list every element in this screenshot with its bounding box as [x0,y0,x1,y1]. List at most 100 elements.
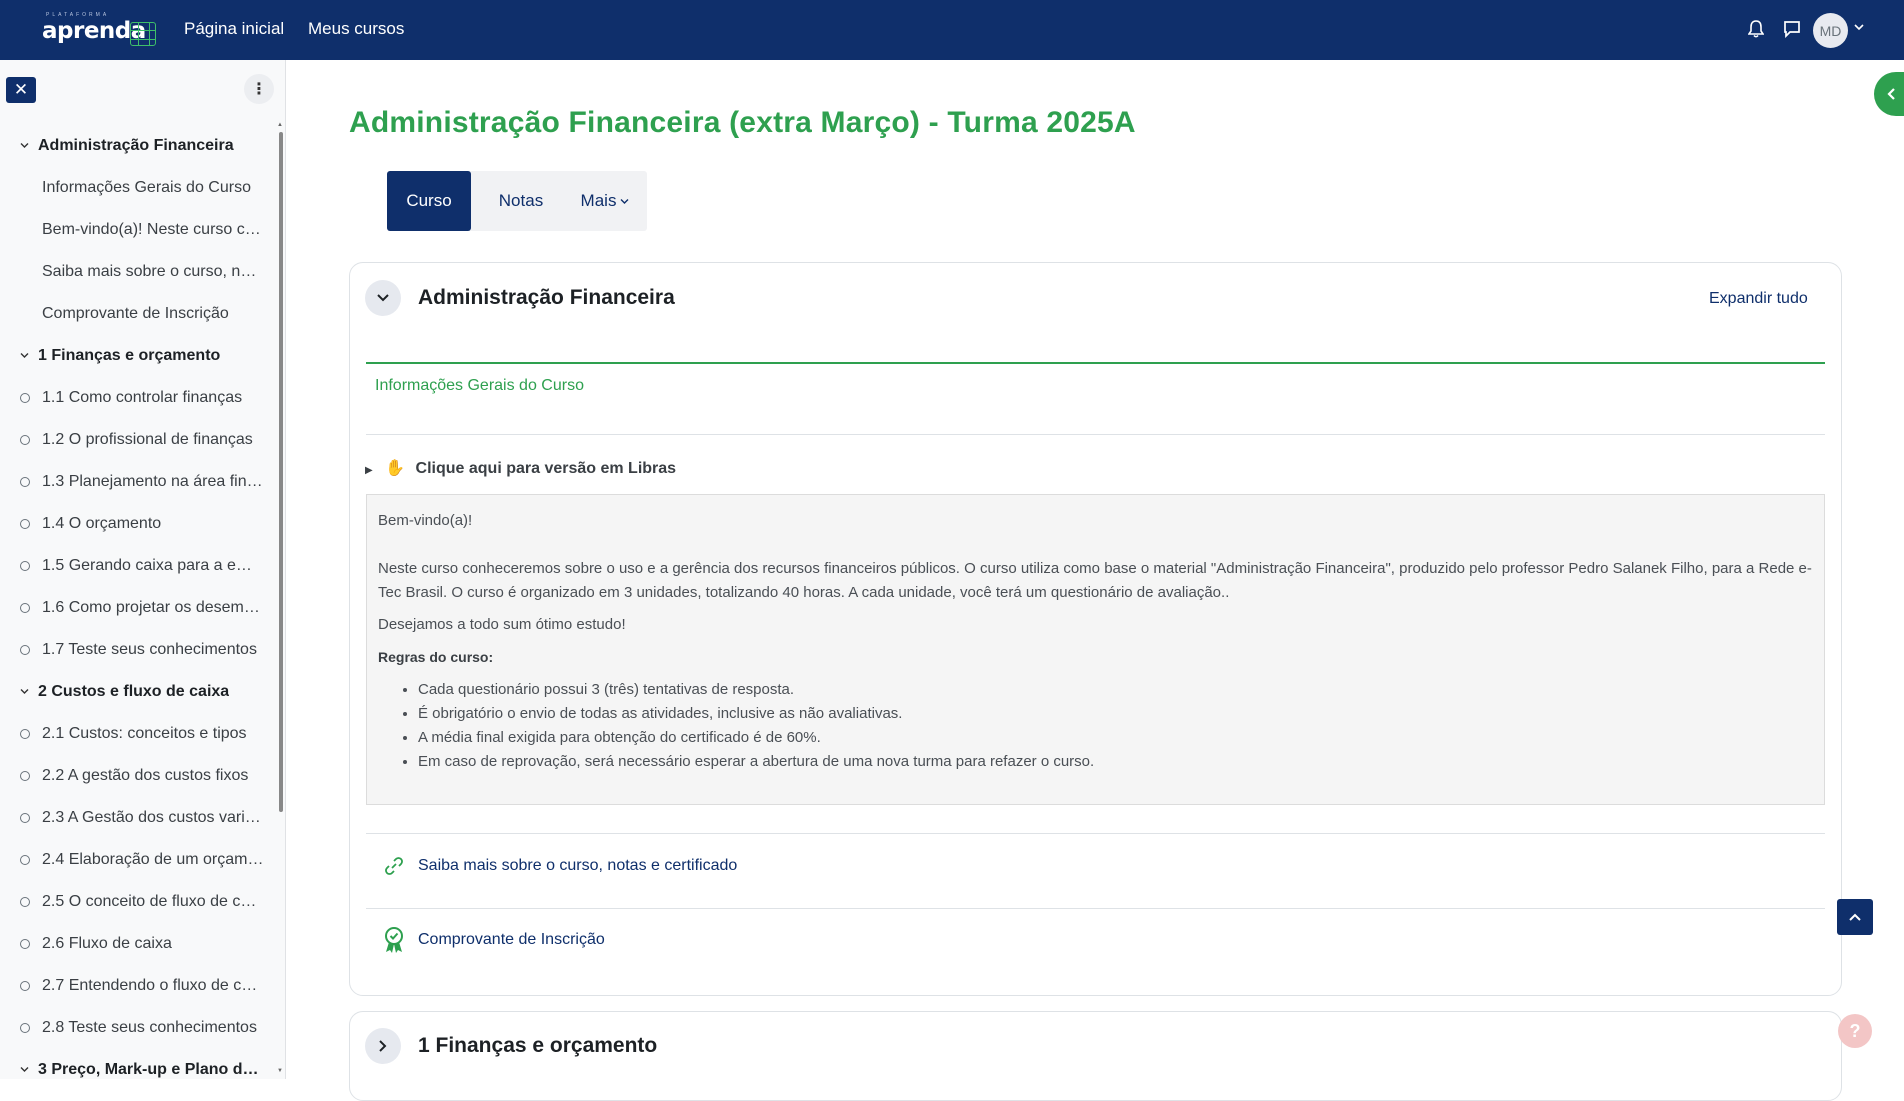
bell-icon[interactable] [1747,20,1765,43]
drawer-section-item[interactable]: Administração Financeira [0,125,275,167]
drawer-item-label: 1 Finanças e orçamento [38,347,221,364]
completion-circle-icon [20,435,30,445]
libras-label: Clique aqui para versão em Libras [415,460,677,477]
drawer-activity-item[interactable]: 2.7 Entendendo o fluxo de caixa [0,965,275,1007]
open-right-drawer-button[interactable] [1874,72,1904,116]
back-to-top-button[interactable] [1837,899,1873,935]
tab-mais-label: Mais [580,191,617,210]
drawer-activity-item[interactable]: Bem-vindo(a)! Neste curso conheceremos [0,209,275,251]
drawer-activity-item[interactable]: 1.3 Planejamento na área financeira [0,461,275,503]
drawer-item-label: 1.1 Como controlar finanças [42,389,243,406]
nav-home-link[interactable]: Página inicial [184,19,284,39]
drawer-activity-item[interactable]: 2.1 Custos: conceitos e tipos [0,713,275,755]
tab-notas[interactable]: Notas [479,171,563,231]
chat-icon[interactable] [1783,20,1801,43]
drawer-item-label: 1.4 O orçamento [42,515,162,532]
drawer-item-label: 3 Preço, Mark-up e Plano de Negócios [38,1061,260,1078]
drawer-scrollbar[interactable] [279,132,283,812]
completion-circle-icon [20,477,30,487]
activity-label[interactable]: Saiba mais sobre o curso, notas e certif… [418,857,737,875]
completion-circle-icon [20,519,30,529]
drawer-activity-item[interactable]: 2.5 O conceito de fluxo de caixa [0,881,275,923]
drawer-item-label: 2.5 O conceito de fluxo de caixa [42,893,264,910]
top-navbar: PLATAFORMA aprenda Página inicial Meus c… [0,0,1904,60]
chevron-down-icon[interactable] [1854,22,1864,34]
drawer-item-label: 1.7 Teste seus conhecimentos [42,641,257,658]
expand-all-link[interactable]: Expandir tudo [1709,290,1808,308]
drawer-activity-item[interactable]: 1.5 Gerando caixa para a empresa [0,545,275,587]
drawer-section-item[interactable]: 2 Custos e fluxo de caixa [0,671,275,713]
drawer-item-label: 2.6 Fluxo de caixa [42,935,172,952]
expand-section-icon[interactable] [365,1028,401,1064]
tab-mais[interactable]: Mais [567,171,643,231]
chevron-down-icon[interactable] [20,686,38,698]
course-index-drawer: ✕ ⋮ ▲ ▼ Administração Financeira Informaç… [0,60,286,1079]
drawer-item-label: 2.4 Elaboração de um orçamento [42,851,264,868]
collapse-section-icon[interactable] [365,280,401,316]
drawer-item-label: 2.8 Teste seus conhecimentos [42,1019,257,1036]
drawer-activity-item[interactable]: 2.3 A Gestão dos custos variáveis [0,797,275,839]
completion-circle-icon [20,771,30,781]
divider [366,833,1825,834]
close-drawer-button[interactable]: ✕ [6,77,36,103]
hand-sign-icon: ✋ [385,460,406,477]
chevron-down-icon[interactable] [20,1064,38,1076]
completion-circle-icon [20,561,30,571]
drawer-activity-item[interactable]: 1.4 O orçamento [0,503,275,545]
drawer-item-label: Saiba mais sobre o curso, notas e certif… [42,263,262,280]
drawer-item-label: 2.2 A gestão dos custos fixos [42,767,249,784]
drawer-activity-item[interactable]: 1.7 Teste seus conhecimentos [0,629,275,671]
page-title: Administração Financeira (extra Março) -… [349,106,1136,139]
course-tabs: Curso Notas Mais [387,171,647,231]
help-icon[interactable]: ? [1838,1014,1872,1048]
drawer-activity-item[interactable]: 2.6 Fluxo de caixa [0,923,275,965]
link-icon [382,854,406,878]
drawer-activity-item[interactable]: Comprovante de Inscrição [0,293,275,335]
drawer-item-label: Comprovante de Inscrição [42,305,229,322]
drawer-item-label: 2.3 A Gestão dos custos variáveis [42,809,264,826]
course-index-list: Administração Financeira Informações Gera… [0,125,275,1079]
drawer-item-label: Informações Gerais do Curso [42,179,251,196]
completion-circle-icon [20,939,30,949]
activity-label[interactable]: Comprovante de Inscrição [418,931,605,949]
drawer-activity-item[interactable]: 1.2 O profissional de finanças [0,419,275,461]
drawer-section-item[interactable]: 3 Preço, Mark-up e Plano de Negócios [0,1049,275,1079]
drawer-activity-item[interactable]: 2.4 Elaboração de um orçamento [0,839,275,881]
rule-item: Em caso de reprovação, será necessário e… [418,750,1813,774]
scroll-up-icon[interactable]: ▲ [277,122,283,128]
rule-item: É obrigatório o envio de todas as ativid… [418,702,1813,726]
general-info-link[interactable]: Informações Gerais do Curso [375,377,584,395]
drawer-activity-item[interactable]: Saiba mais sobre o curso, notas e certif… [0,251,275,293]
activity-saiba-mais[interactable]: Saiba mais sobre o curso, notas e certif… [382,854,737,878]
section-title: 1 Finanças e orçamento [418,1034,658,1057]
drawer-activity-item[interactable]: 2.8 Teste seus conhecimentos [0,1007,275,1049]
drawer-activity-item[interactable]: Informações Gerais do Curso [0,167,275,209]
welcome-greeting: Bem-vindo(a)! [378,512,473,529]
drawer-item-label: Bem-vindo(a)! Neste curso conheceremos [42,221,262,238]
tab-curso[interactable]: Curso [387,171,471,231]
chevron-down-icon[interactable] [20,350,38,362]
chevron-down-icon[interactable] [20,140,38,152]
scroll-down-icon[interactable]: ▼ [277,1068,283,1074]
welcome-box: Bem-vindo(a)! Neste curso conheceremos s… [366,494,1825,805]
completion-circle-icon [20,393,30,403]
rule-item: Cada questionário possui 3 (três) tentat… [418,678,1813,702]
drawer-activity-item[interactable]: 1.1 Como controlar finanças [0,377,275,419]
drawer-activity-item[interactable]: 2.2 A gestão dos custos fixos [0,755,275,797]
activity-comprovante[interactable]: Comprovante de Inscrição [382,927,605,953]
user-avatar[interactable]: MD [1813,13,1848,48]
drawer-section-item[interactable]: 1 Finanças e orçamento [0,335,275,377]
drawer-menu-icon[interactable]: ⋮ [244,74,274,104]
section-divider [366,362,1825,364]
section-title: Administração Financeira [418,286,675,309]
nav-my-courses-link[interactable]: Meus cursos [308,19,404,39]
welcome-wish: Desejamos a todo sum ótimo estudo! [378,616,626,633]
site-logo[interactable]: PLATAFORMA aprenda [40,10,160,52]
drawer-item-label: 2.7 Entendendo o fluxo de caixa [42,977,264,994]
libras-toggle[interactable]: ▶ ✋ Clique aqui para versão em Libras [365,458,676,478]
completion-circle-icon [20,813,30,823]
rules-title: Regras do curso: [378,649,494,665]
drawer-activity-item[interactable]: 1.6 Como projetar os desembolsos [0,587,275,629]
completion-circle-icon [20,855,30,865]
divider [366,908,1825,909]
